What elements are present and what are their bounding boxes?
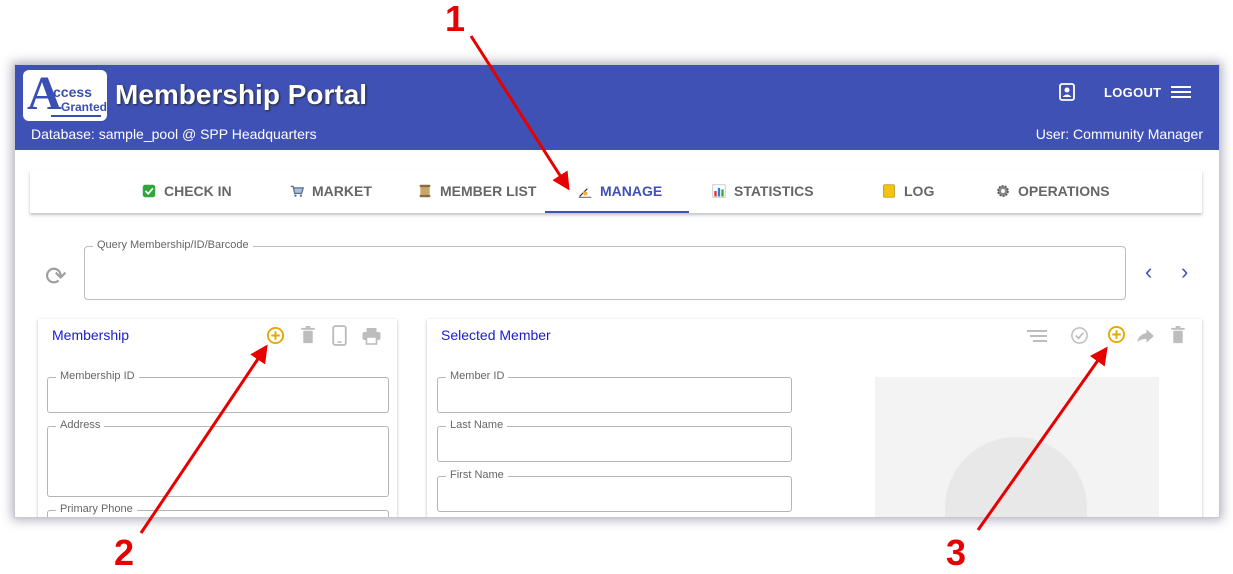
annotation-arrows (139, 35, 1108, 534)
annotation-arrow-3 (976, 346, 1108, 531)
annotation-number-3: 3 (946, 532, 967, 573)
annotation-number-2: 2 (114, 532, 135, 573)
annotation-number-1: 1 (445, 0, 466, 39)
annotation-arrow-1 (469, 35, 570, 191)
annotation-arrow-2 (139, 344, 268, 534)
